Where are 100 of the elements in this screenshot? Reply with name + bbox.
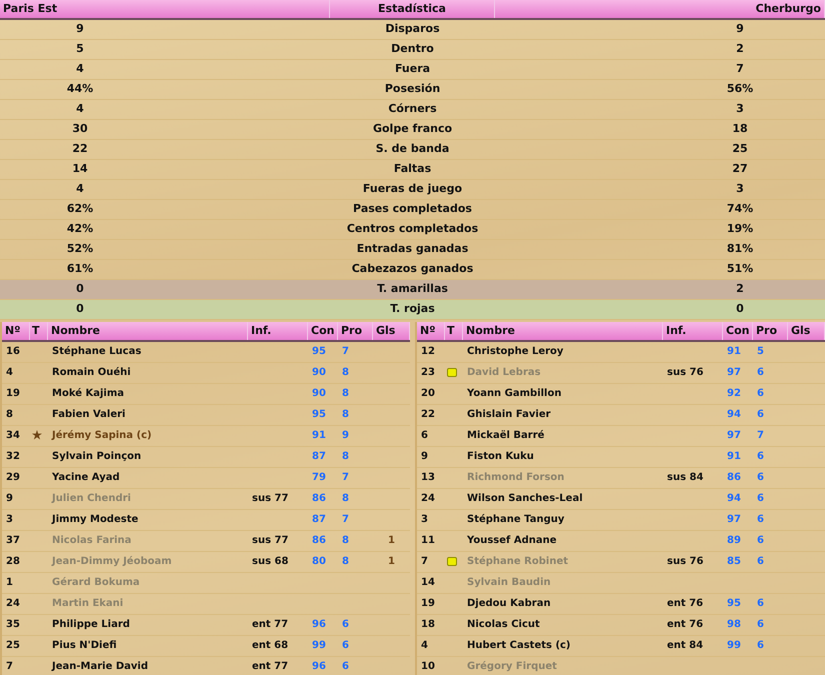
stat-value: 62% [66,201,94,218]
condition-value: 98 [727,619,741,630]
stat-label: Dentro [390,41,435,58]
player-number: 24 [5,597,21,611]
player-number: 3 [5,513,14,527]
condition-value: 95 [312,346,326,357]
column-header[interactable]: Inf. [663,322,723,340]
stat-value: 52% [66,241,94,258]
player-name[interactable]: Ghislain Favier [467,409,551,420]
column-header[interactable]: Paris Est [0,0,330,18]
stat-value: 2 [735,41,745,58]
stat-value: 74% [726,201,754,218]
player-name[interactable]: Jérémy Sapina (c) [52,430,152,441]
player-name[interactable]: Mickaël Barré [467,430,544,441]
column-header[interactable]: Inf. [248,322,308,340]
stat-value: 4 [75,61,85,78]
stat-value: 9 [735,21,745,38]
player-name[interactable]: Nicolas Cicut [467,619,540,630]
player-number: 8 [5,408,14,422]
rating-value: 7 [757,430,764,441]
column-header[interactable]: Cherburgo [495,0,825,18]
player-name[interactable]: Sylvain Poinçon [52,451,142,462]
rating-value: 7 [342,514,349,525]
player-name[interactable]: Djedou Kabran [467,598,551,609]
player-name[interactable]: Youssef Adnane [467,535,556,546]
player-name[interactable]: Pius N'Diefi [52,640,117,651]
stat-label: T. amarillas [376,281,449,298]
condition-value: 97 [727,367,741,378]
stat-value: 18 [731,121,749,138]
substitution-info: sus 68 [252,556,288,567]
player-number: 9 [420,450,429,464]
condition-value: 96 [312,661,326,672]
player-number: 18 [420,618,436,632]
stat-value: 4 [75,181,85,198]
column-header[interactable]: Gls [373,322,410,340]
condition-value: 96 [312,619,326,630]
column-header[interactable]: Estadística [330,0,495,18]
condition-value: 95 [727,598,741,609]
stat-value: 61% [66,261,94,278]
column-header[interactable]: Con [723,322,753,340]
player-name[interactable]: Christophe Leroy [467,346,564,357]
rating-value: 6 [757,409,764,420]
condition-value: 91 [312,430,326,441]
condition-value: 91 [727,346,741,357]
player-name[interactable]: Wilson Sanches-Leal [467,493,583,504]
player-name[interactable]: Hubert Castets (c) [467,640,571,651]
substitution-info: ent 84 [667,640,704,651]
stat-value: 81% [726,241,754,258]
player-number: 16 [5,345,21,359]
player-name[interactable]: Fabien Valeri [52,409,126,420]
column-header[interactable]: Gls [788,322,825,340]
stat-label: Golpe franco [372,121,454,138]
player-number: 25 [5,639,21,653]
column-header[interactable]: T [30,322,48,340]
rating-value: 8 [342,388,349,399]
rating-value: 6 [342,640,349,651]
substitution-info: sus 76 [667,556,704,567]
player-name[interactable]: Jimmy Modeste [52,514,138,525]
rating-value: 6 [342,619,349,630]
player-number: 7 [420,555,429,569]
player-name[interactable]: Romain Ouéhi [52,367,131,378]
column-header[interactable]: Pro [753,322,788,340]
stat-label: Posesión [384,81,442,98]
condition-value: 86 [312,493,326,504]
rating-value: 6 [757,451,764,462]
column-header[interactable]: Con [308,322,338,340]
player-name[interactable]: Jean-Marie David [52,661,148,672]
substitution-info: sus 84 [667,472,704,483]
column-header[interactable]: Nombre [48,322,248,340]
player-name[interactable]: Philippe Liard [52,619,130,630]
substitution-info: ent 76 [667,598,704,609]
rating-value: 7 [342,472,349,483]
column-header[interactable]: Nº [417,322,445,340]
stat-value: 14 [71,161,89,178]
player-name[interactable]: Stéphane Tanguy [467,514,564,525]
rating-value: 6 [757,514,764,525]
stat-label: Fuera [394,61,432,78]
substitution-info: sus 77 [252,535,288,546]
player-number: 1 [5,576,14,590]
player-name[interactable]: Fiston Kuku [467,451,534,462]
column-header[interactable]: T [445,322,463,340]
player-name[interactable]: Yacine Ayad [52,472,120,483]
column-header[interactable]: Pro [338,322,373,340]
player-number: 14 [420,576,436,590]
player-name[interactable]: Yoann Gambillon [467,388,562,399]
column-header[interactable]: Nº [2,322,30,340]
stat-value: 9 [75,21,85,38]
player-name[interactable]: Moké Kajima [52,388,124,399]
condition-value: 87 [312,514,326,525]
player-name[interactable]: Stéphane Lucas [52,346,142,357]
rating-value: 6 [757,472,764,483]
stat-label: Faltas [392,161,432,178]
column-header[interactable]: Nombre [463,322,663,340]
player-number: 19 [420,597,436,611]
condition-value: 94 [727,493,741,504]
player-number: 24 [420,492,436,506]
condition-value: 90 [312,388,326,399]
rating-value: 8 [342,409,349,420]
condition-value: 86 [312,535,326,546]
condition-value: 97 [727,430,741,441]
